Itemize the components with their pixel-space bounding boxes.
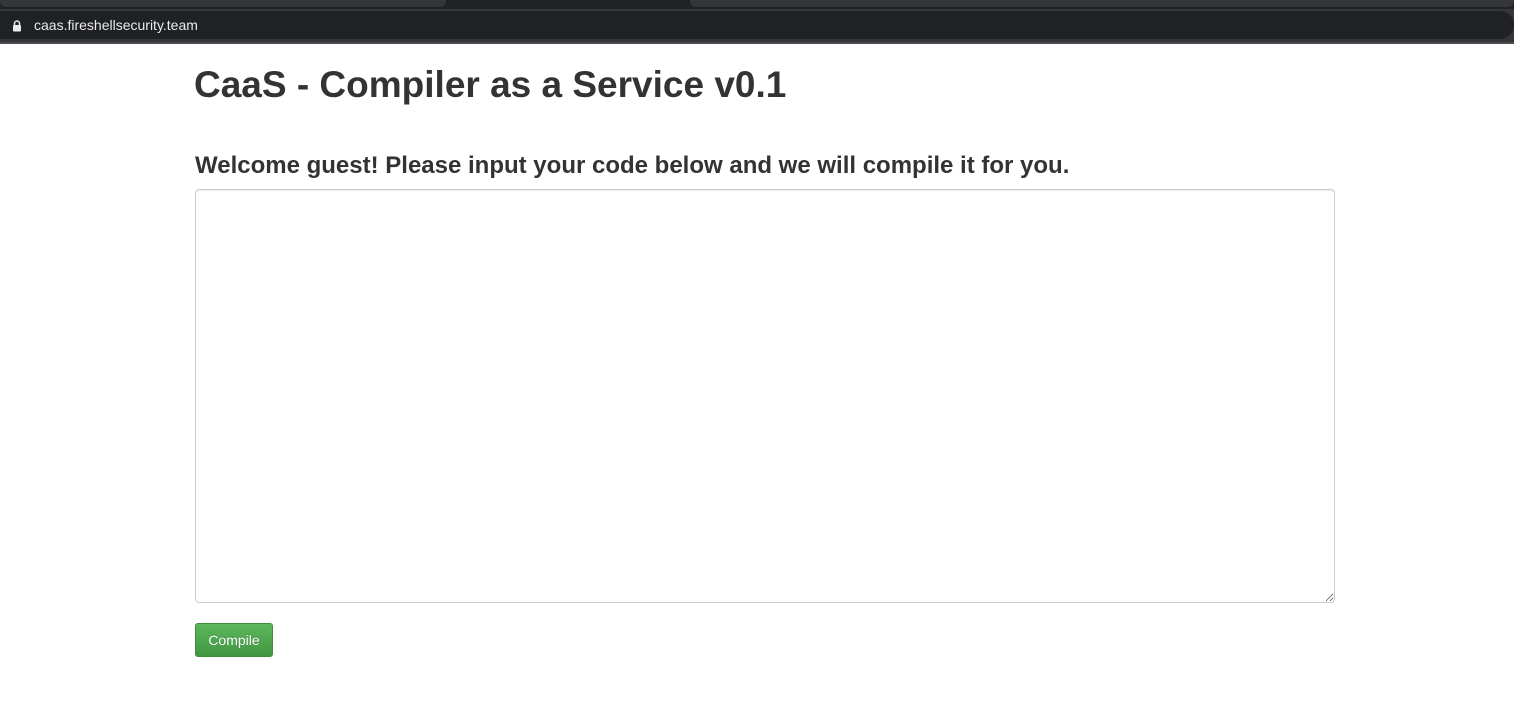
code-input[interactable] bbox=[195, 189, 1335, 603]
lock-icon[interactable] bbox=[12, 19, 22, 32]
page-content: CaaS - Compiler as a Service v0.1 Welcom… bbox=[0, 44, 1514, 717]
url-field[interactable]: caas.fireshellsecurity.team bbox=[0, 11, 1514, 39]
page-title: CaaS - Compiler as a Service v0.1 bbox=[194, 64, 787, 105]
browser-tab[interactable] bbox=[690, 0, 1514, 7]
welcome-heading: Welcome guest! Please input your code be… bbox=[195, 152, 1070, 179]
browser-tab[interactable] bbox=[0, 0, 446, 7]
url-text[interactable]: caas.fireshellsecurity.team bbox=[34, 17, 198, 33]
compile-button[interactable]: Compile bbox=[195, 623, 273, 657]
browser-address-bar: caas.fireshellsecurity.team bbox=[0, 9, 1514, 42]
browser-tab-active[interactable] bbox=[448, 0, 688, 7]
browser-tab-strip bbox=[0, 0, 1514, 9]
